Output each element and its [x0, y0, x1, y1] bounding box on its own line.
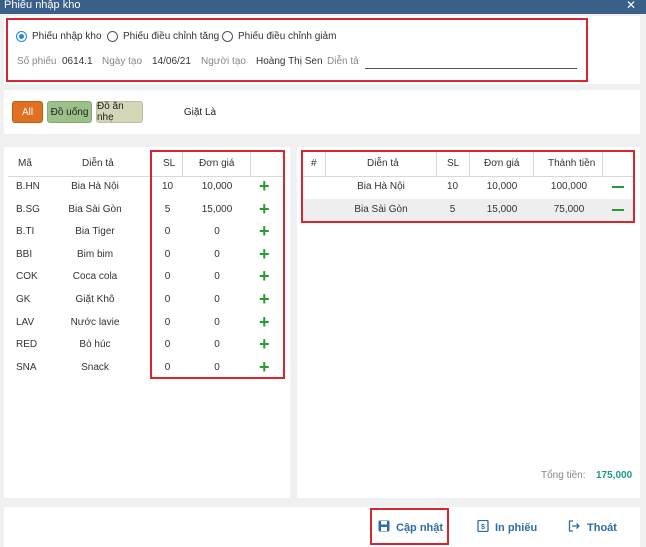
dien-ta-underline [365, 68, 577, 69]
cell-sl: 0 [164, 226, 171, 237]
add-icon[interactable]: + [259, 313, 270, 331]
exit-icon [568, 520, 581, 535]
add-icon[interactable]: + [259, 222, 270, 240]
exit-label: Thoát [587, 521, 617, 534]
cell-dien-ta: Bia Sài Gòn [354, 204, 408, 215]
cell-don-gia: 0 [214, 362, 220, 373]
exit-button[interactable]: Thoát [568, 520, 617, 535]
save-icon [378, 520, 390, 535]
category-do-an-nhe-button[interactable]: Đồ ăn nhẹ [96, 101, 143, 123]
add-icon[interactable]: + [259, 335, 270, 353]
radio-phieu-nhap-kho[interactable]: Phiếu nhập kho [16, 31, 102, 42]
header-highlight [6, 18, 588, 82]
cell-don-gia: 0 [214, 249, 220, 260]
radio-label: Phiếu điều chỉnh giảm [238, 31, 337, 42]
print-button[interactable]: $ In phiếu [477, 519, 538, 535]
cell-dien-ta: Bia Hà Nội [357, 181, 405, 192]
cell-ma: SNA [16, 362, 37, 373]
cell-dien-ta: Bia Hà Nội [71, 181, 119, 192]
cell-sl: 10 [446, 181, 459, 192]
radio-dieu-chinh-giam[interactable]: Phiếu điều chỉnh giảm [222, 31, 336, 42]
add-icon[interactable]: + [259, 290, 270, 308]
add-icon[interactable]: + [259, 200, 270, 218]
cell-dien-ta: Bim bim [76, 249, 114, 260]
close-icon[interactable]: ✕ [626, 0, 636, 12]
radio-dot [107, 31, 118, 42]
cell-dien-ta: Coca cola [72, 271, 118, 282]
col-header-ma: Mã [18, 158, 32, 169]
update-button[interactable]: Cập nhật [378, 520, 443, 535]
cell-ma: B.HN [16, 181, 40, 192]
cell-ma: COK [16, 271, 38, 282]
cell-sl: 10 [161, 181, 174, 192]
category-all-button[interactable]: All [12, 101, 43, 123]
cell-don-gia: 0 [214, 226, 220, 237]
footer-panel [4, 507, 640, 547]
cell-don-gia: 10,000 [486, 181, 518, 192]
radio-dieu-chinh-tang[interactable]: Phiếu điều chỉnh tăng [107, 31, 219, 42]
window-title: Phiếu nhập kho [4, 0, 81, 11]
dien-ta-label: Diễn tả [327, 56, 359, 67]
nguoi-tao-value: Hoàng Thị Sen [256, 56, 323, 67]
cell-don-gia: 0 [214, 294, 220, 305]
add-icon[interactable]: + [259, 267, 270, 285]
nguoi-tao-label: Người tạo [201, 56, 246, 67]
add-icon[interactable]: + [259, 177, 270, 195]
cell-ma: B.TI [16, 226, 35, 237]
add-icon[interactable]: + [259, 358, 270, 376]
cell-dien-ta: Nước lavie [70, 317, 120, 328]
cell-don-gia: 0 [214, 339, 220, 350]
cell-sl: 0 [164, 362, 171, 373]
cell-dien-ta: Bia Sài Gòn [68, 204, 122, 215]
radio-label: Phiếu điều chỉnh tăng [123, 31, 220, 42]
remove-icon[interactable] [612, 209, 624, 211]
cell-sl: 5 [164, 204, 171, 215]
cell-ma: LAV [16, 317, 35, 328]
print-icon: $ [477, 519, 489, 535]
total-value: 175,000 [596, 470, 633, 481]
so-phieu-value: 0614.1 [62, 56, 93, 67]
cell-ma: GK [16, 294, 31, 305]
print-label: In phiếu [495, 521, 538, 534]
cell-dien-ta: Snack [81, 362, 109, 373]
radio-label: Phiếu nhập kho [32, 31, 102, 42]
cell-sl: 0 [164, 249, 171, 260]
cell-sl: 0 [164, 339, 171, 350]
cell-ma: RED [16, 339, 38, 350]
remove-icon[interactable] [612, 186, 624, 188]
cell-dien-ta: Giặt Khô [75, 294, 115, 305]
cell-sl: 0 [164, 317, 171, 328]
cell-ma: BBI [16, 249, 33, 260]
cell-don-gia: 0 [214, 271, 220, 282]
cell-thanh-tien: 75,000 [553, 204, 585, 215]
radio-dot [222, 31, 233, 42]
window-titlebar: Phiếu nhập kho ✕ [0, 0, 646, 14]
cell-dien-ta: Bia Tiger [75, 226, 115, 237]
ngay-tao-label: Ngày tạo [102, 56, 143, 67]
cell-dien-ta: Bò húc [79, 339, 111, 350]
category-giat-la-button[interactable]: Giặt Là [178, 101, 222, 123]
cell-ma: B.SG [16, 204, 40, 215]
update-label: Cập nhật [396, 521, 444, 534]
radio-dot [16, 31, 27, 42]
svg-text:$: $ [481, 524, 485, 531]
total-label: Tổng tiền: [541, 470, 586, 481]
col-header-dien-ta: Diễn tả [82, 158, 114, 169]
cell-don-gia: 15,000 [201, 204, 233, 215]
cell-sl: 5 [449, 204, 456, 215]
cell-don-gia: 10,000 [201, 181, 233, 192]
category-do-uong-button[interactable]: Đồ uống [47, 101, 92, 123]
ngay-tao-value: 14/06/21 [152, 56, 191, 67]
dien-ta-field[interactable] [367, 56, 577, 68]
add-icon[interactable]: + [259, 245, 270, 263]
so-phieu-label: Số phiếu [17, 56, 57, 67]
cell-don-gia: 15,000 [486, 204, 518, 215]
cell-thanh-tien: 100,000 [550, 181, 588, 192]
cell-sl: 0 [164, 294, 171, 305]
cell-sl: 0 [164, 271, 171, 282]
cell-don-gia: 0 [214, 317, 220, 328]
